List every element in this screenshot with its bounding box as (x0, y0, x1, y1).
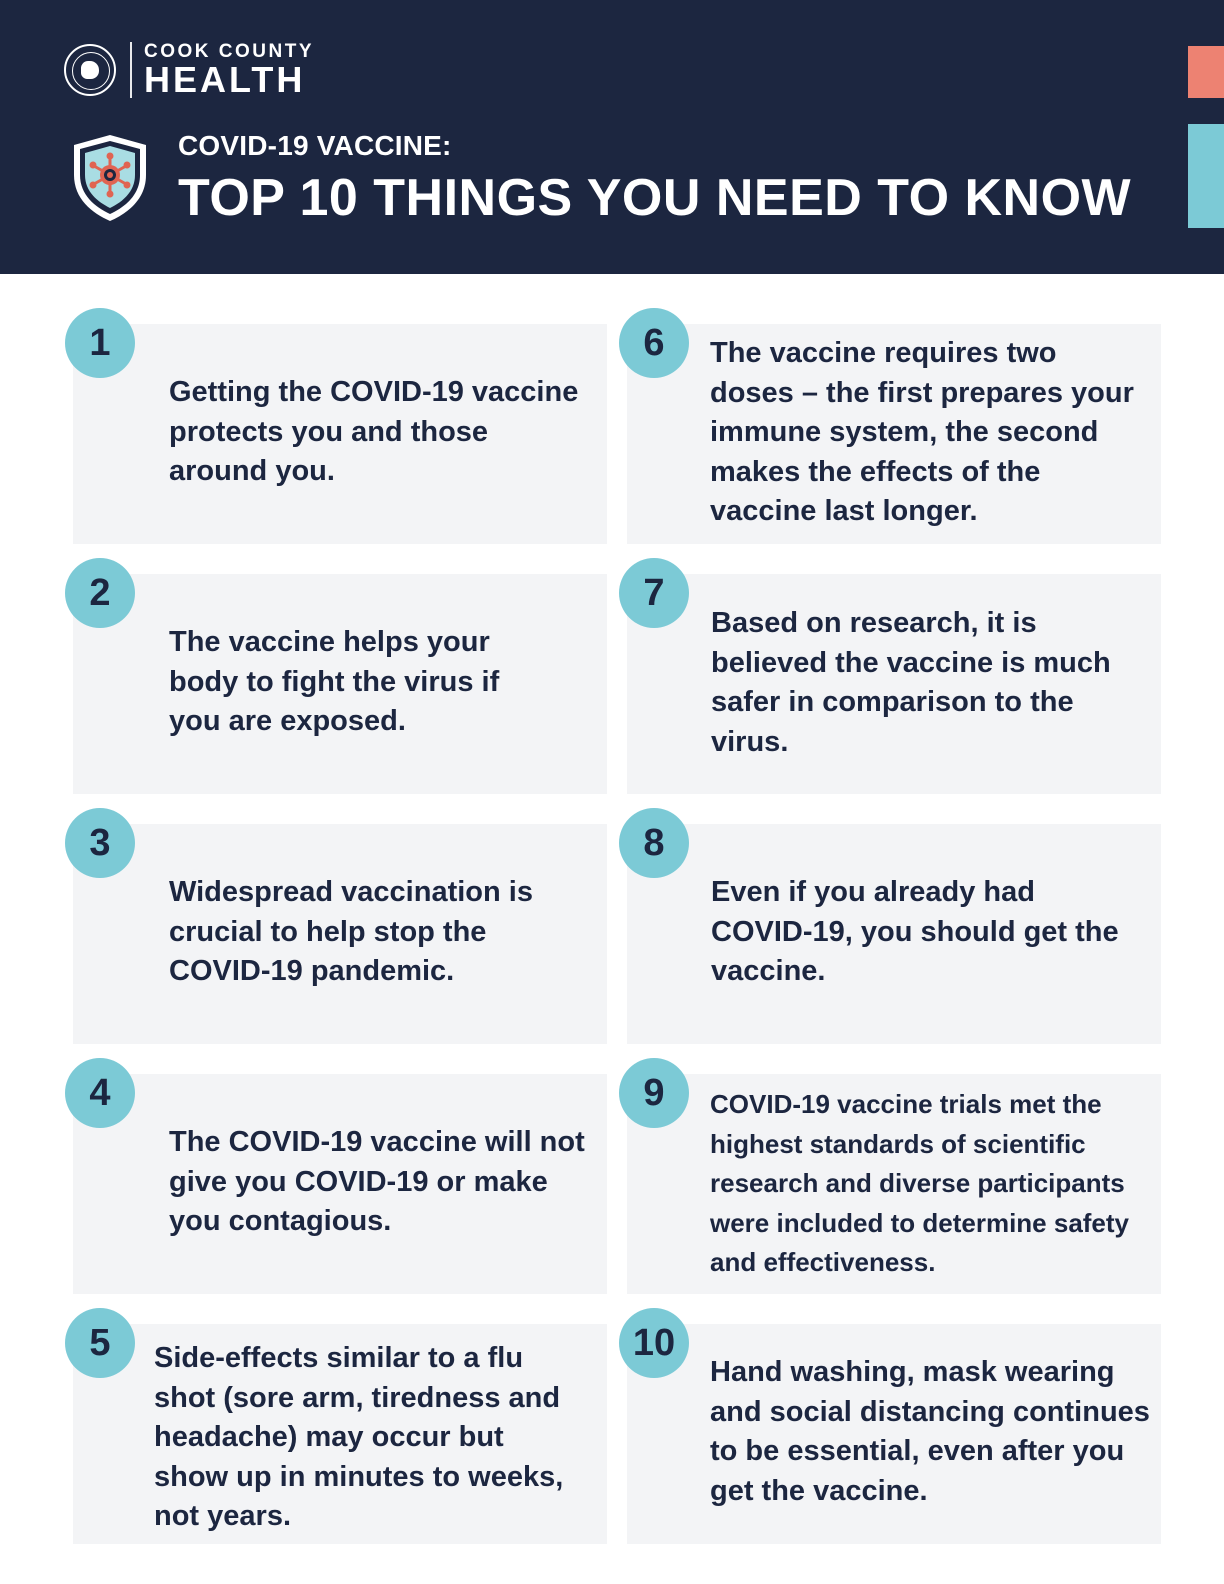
tip-card-2: The vaccine helps your body to fight the… (73, 574, 607, 794)
tip-number-badge-10: 10 (619, 1308, 689, 1378)
tip-text-2: The vaccine helps your body to fight the… (169, 626, 500, 737)
tip-text-5: Side-effects similar to a flu shot (sore… (154, 1342, 564, 1532)
tip-card-10: Hand washing, mask wearing and social di… (627, 1324, 1161, 1544)
tip-text-10: Hand washing, mask wearing and social di… (710, 1356, 1150, 1507)
tip-card-6: The vaccine requires two doses – the fir… (627, 324, 1161, 544)
tip-number-badge-4: 4 (65, 1058, 135, 1128)
header-banner: COOK COUNTY HEALTH COVID-19 VACCINE: TOP… (0, 0, 1224, 274)
tip-number-badge-1: 1 (65, 308, 135, 378)
tip-text-9: COVID-19 vaccine trials met the highest … (710, 1089, 1130, 1277)
tip-number-badge-2: 2 (65, 558, 135, 628)
tip-card-4: The COVID-19 vaccine will not give you C… (73, 1074, 607, 1294)
virus-shield-icon (74, 135, 146, 221)
tip-text-8: Even if you already had COVID-19, you sh… (711, 876, 1119, 987)
tip-card-7: Based on research, it is believed the va… (627, 574, 1161, 794)
tip-number-badge-6: 6 (619, 308, 689, 378)
tip-number-badge-8: 8 (619, 808, 689, 878)
page-title: TOP 10 THINGS YOU NEED TO KNOW (178, 169, 1132, 227)
tip-card-5: Side-effects similar to a flu shot (sore… (73, 1324, 607, 1544)
header-subtitle: COVID-19 VACCINE: (178, 130, 452, 161)
tip-text-4: The COVID-19 vaccine will not give you C… (169, 1126, 585, 1237)
accent-tab-coral (1188, 46, 1224, 98)
tip-text-6: The vaccine requires two doses – the fir… (710, 337, 1134, 527)
tip-card-1: Getting the COVID-19 vaccine protects yo… (73, 324, 607, 544)
tip-number-badge-9: 9 (619, 1058, 689, 1128)
tip-card-8: Even if you already had COVID-19, you sh… (627, 824, 1161, 1044)
tip-text-7: Based on research, it is believed the va… (711, 607, 1111, 758)
tip-card-3: Widespread vaccination is crucial to hel… (73, 824, 607, 1044)
accent-tab-teal (1188, 124, 1224, 228)
tip-number-badge-5: 5 (65, 1308, 135, 1378)
logo-line2: HEALTH (144, 59, 306, 100)
tip-card-9: COVID-19 vaccine trials met the highest … (627, 1074, 1161, 1294)
tip-number-badge-3: 3 (65, 808, 135, 878)
cook-county-health-logo: COOK COUNTY HEALTH (64, 42, 314, 98)
tip-text-3: Widespread vaccination is crucial to hel… (169, 876, 533, 987)
tip-text-1: Getting the COVID-19 vaccine protects yo… (169, 376, 579, 487)
logo-divider (130, 42, 132, 98)
county-seal-icon (64, 44, 116, 96)
tip-number-badge-7: 7 (619, 558, 689, 628)
